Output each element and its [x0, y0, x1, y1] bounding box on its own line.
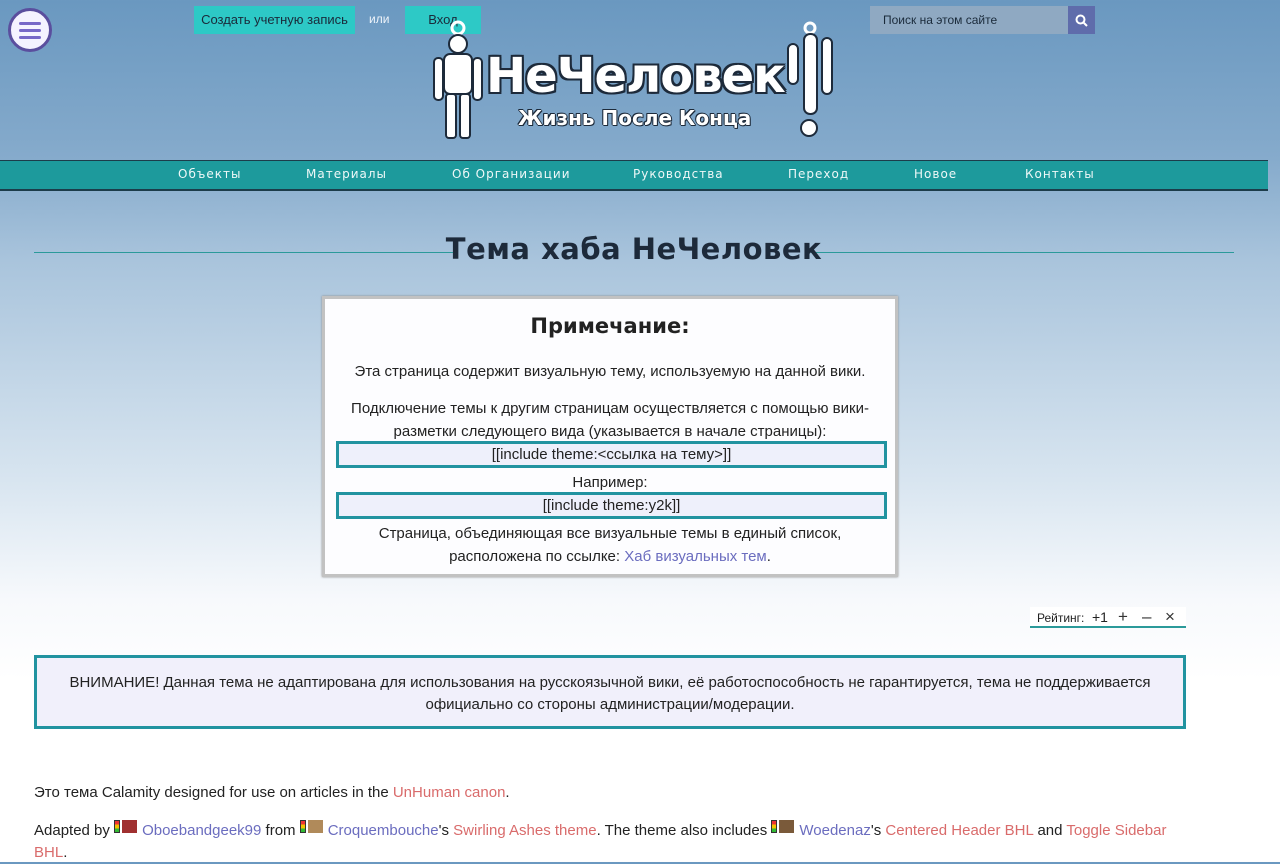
page-title-container: Тема хаба НеЧеловек: [34, 232, 1234, 272]
adapted-by-label: Adapted by: [34, 822, 110, 839]
nav-item-about[interactable]: Об Организации: [452, 167, 571, 181]
theme-hub-prefix: расположена по ссылке:: [449, 548, 625, 565]
search-icon: [1075, 14, 1088, 27]
cancel-vote-icon[interactable]: ×: [1165, 608, 1175, 626]
theme-hub-link[interactable]: Хаб визуальных тем: [624, 548, 767, 565]
user-avatar-icon[interactable]: [771, 820, 795, 834]
note-include-instructions: Подключение темы к другим страницам осущ…: [351, 400, 869, 440]
top-navigation: Объекты Материалы Об Организации Руковод…: [0, 160, 1268, 191]
search-button[interactable]: [1068, 6, 1095, 34]
credits-paragraph: Adapted by Oboebandgeek99 from Croquembo…: [34, 820, 1194, 864]
vote-down-icon[interactable]: –: [1142, 608, 1151, 626]
theme-description-suffix: .: [505, 784, 510, 801]
user-avatar-icon[interactable]: [114, 820, 138, 834]
site-title: НеЧеловек: [486, 48, 786, 104]
note-heading: Примечание:: [530, 314, 690, 338]
warning-box: ВНИМАНИЕ! Данная тема не адаптирована дл…: [34, 655, 1186, 729]
example-label: Например:: [572, 474, 648, 491]
unhuman-canon-link[interactable]: UnHuman canon: [393, 784, 506, 801]
from-label: from: [265, 822, 296, 839]
centered-header-link[interactable]: Centered Header BHL: [885, 822, 1033, 839]
nav-item-guides[interactable]: Руководства: [633, 167, 724, 181]
possessive-suffix: 's: [870, 822, 882, 839]
menu-icon-line: [19, 21, 41, 25]
warning-text: ВНИМАНИЕ! Данная тема не адаптирована дл…: [69, 674, 1151, 713]
create-account-button[interactable]: Создать учетную запись: [194, 6, 355, 34]
theme-description: Это тема Calamity designed for use on ar…: [34, 782, 510, 804]
swirling-ashes-link[interactable]: Swirling Ashes theme: [453, 822, 596, 839]
also-includes-text: . The theme also includes: [596, 822, 768, 839]
nav-item-transition[interactable]: Переход: [788, 167, 849, 181]
theme-hub-line1: Страница, объединяющая все визуальные те…: [378, 525, 842, 542]
theme-hub-text: Страница, объединяющая все визуальные те…: [337, 522, 883, 568]
nav-item-contacts[interactable]: Контакты: [1025, 167, 1095, 181]
theme-hub-suffix: .: [766, 548, 771, 565]
menu-icon-line: [19, 35, 41, 39]
rating-label: Рейтинг:: [1037, 611, 1085, 625]
sidebar-toggle-button[interactable]: [8, 8, 52, 52]
rating-value: +1: [1092, 609, 1108, 625]
or-separator: или: [369, 12, 390, 26]
include-example-code: [[include theme:y2k]]: [336, 492, 887, 519]
user-avatar-icon[interactable]: [299, 820, 324, 834]
rating-module: Рейтинг: +1 + – ×: [1030, 607, 1186, 628]
search-input[interactable]: Поиск на этом сайте: [870, 6, 1068, 34]
include-syntax-code: [[include theme:<ссылка на тему>]]: [336, 441, 887, 468]
nav-item-materials[interactable]: Материалы: [306, 167, 387, 181]
site-subtitle: Жизнь После Конца: [518, 106, 752, 130]
user-link-woedenaz[interactable]: Woedenaz: [799, 822, 870, 839]
nav-item-new[interactable]: Новое: [914, 167, 957, 181]
note-description: Эта страница содержит визуальную тему, и…: [354, 363, 866, 380]
user-link-croquembouche[interactable]: Croquembouche: [328, 822, 439, 839]
theme-note-box: Примечание: Эта страница содержит визуал…: [322, 296, 898, 577]
user-link-oboebandgeek99[interactable]: Oboebandgeek99: [142, 822, 261, 839]
page-title: Тема хаба НеЧеловек: [445, 232, 823, 266]
end-period: .: [63, 844, 68, 861]
theme-description-prefix: Это тема Calamity designed for use on ar…: [34, 784, 393, 801]
vote-up-icon[interactable]: +: [1118, 608, 1128, 626]
menu-icon-line: [19, 28, 41, 32]
nav-item-objects[interactable]: Объекты: [178, 167, 241, 181]
possessive-suffix: 's: [438, 822, 449, 839]
and-text: and: [1037, 822, 1063, 839]
